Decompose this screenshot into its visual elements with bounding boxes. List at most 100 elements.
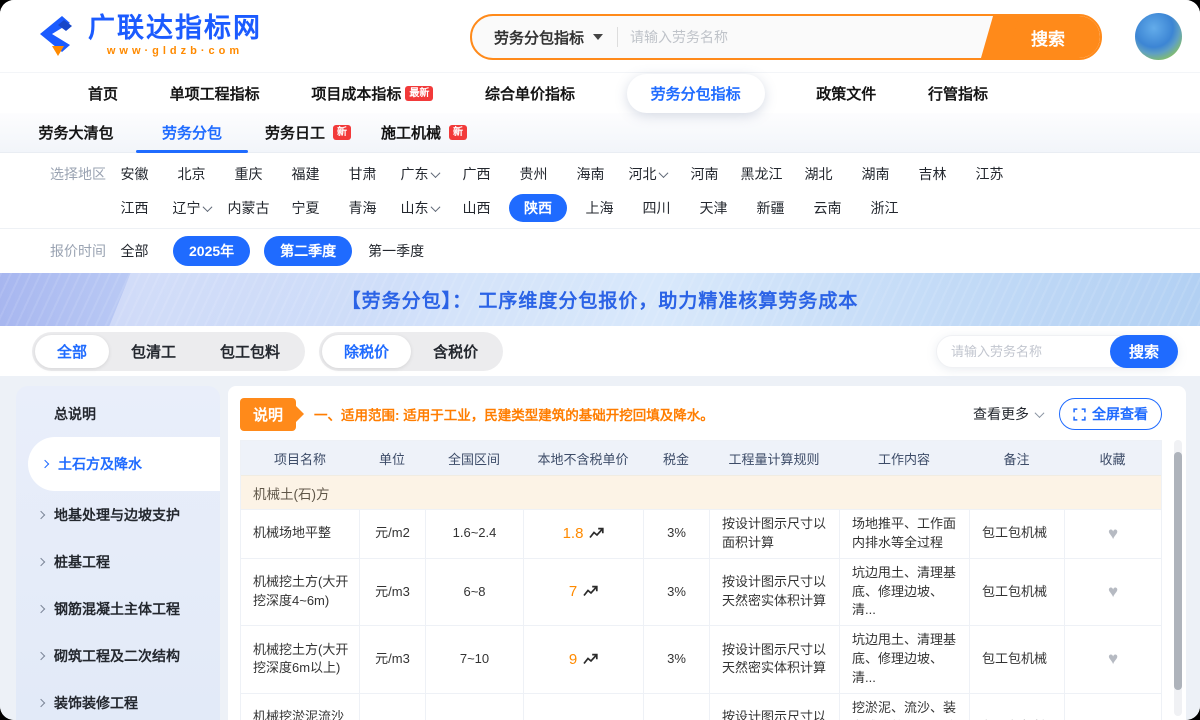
favorite-heart-button[interactable]: ♥ — [1108, 715, 1118, 720]
region-option[interactable]: 福建 — [281, 160, 330, 188]
region-option[interactable]: 广西 — [452, 160, 501, 188]
sidebar-category-item[interactable]: 土石方及降水 — [28, 437, 220, 491]
quote-time-option[interactable]: 全部 — [110, 236, 159, 266]
cell-project-name: 机械挖土方(大开挖深度4~6m) — [241, 559, 359, 626]
region-option[interactable]: 内蒙古 — [224, 194, 273, 222]
region-option[interactable]: 江苏 — [965, 160, 1014, 188]
table-row: 机械挖土方(大开挖深度4~6m) 元/m3 6~8 7 3% 按设计图示尺寸以天… — [241, 558, 1161, 626]
chevron-right-icon — [37, 557, 45, 565]
chevron-down-icon — [658, 168, 668, 178]
region-option[interactable]: 甘肃 — [338, 160, 387, 188]
region-option[interactable]: 上海 — [575, 194, 624, 222]
nav-item[interactable]: 项目成本指标 最新 — [311, 83, 433, 104]
main-panel: 说明 一、适用范围: 适用于工业，民建类型建筑的基础开挖回填及降水。 查看更多 … — [228, 386, 1186, 720]
contract-type-option[interactable]: 包清工 — [109, 335, 198, 368]
cell-calc-rule: 按设计图示尺寸以天然密实体积计算 — [709, 559, 839, 626]
caret-down-icon — [593, 34, 603, 40]
region-option[interactable]: 四川 — [632, 194, 681, 222]
region-option[interactable]: 山西 — [452, 194, 501, 222]
region-option[interactable]: 贵州 — [509, 160, 558, 188]
favorite-heart-button[interactable]: ♥ — [1108, 647, 1118, 672]
price-value: 9 — [569, 649, 577, 671]
region-option[interactable]: 山东 — [395, 194, 444, 222]
avatar[interactable] — [1135, 13, 1182, 60]
sidebar-category-item[interactable]: 砌筑工程及二次结构 — [16, 632, 220, 679]
region-option[interactable]: 江西 — [110, 194, 159, 222]
subnav-tab[interactable]: 劳务日工 新 — [252, 113, 364, 152]
region-option[interactable]: 海南 — [566, 160, 615, 188]
price-value: 7 — [569, 581, 577, 603]
fullscreen-button[interactable]: 全屏查看 — [1059, 398, 1162, 430]
nav-item[interactable]: 首页 — [88, 83, 118, 104]
region-option[interactable]: 湖南 — [851, 160, 900, 188]
notice-badge: 说明 — [240, 398, 296, 431]
region-option[interactable]: 黑龙江 — [737, 160, 786, 188]
top-header: 广联达指标网 www·gldzb·com 劳务分包指标 搜索 — [0, 0, 1200, 73]
subnav-tab[interactable]: 劳务分包 — [136, 113, 248, 152]
sidebar-category-item[interactable]: 总说明 — [16, 390, 220, 437]
region-option[interactable]: 广东 — [395, 160, 444, 188]
cell-work-content: 场地推平、工作面内排水等全过程 — [839, 510, 969, 558]
search-category-dropdown[interactable]: 劳务分包指标 — [472, 27, 617, 48]
region-option[interactable]: 河北 — [623, 160, 672, 188]
nav-item[interactable]: 综合单价指标 — [485, 83, 575, 104]
contract-type-option[interactable]: 包工包料 — [198, 335, 302, 368]
sidebar-category-item[interactable]: 钢筋混凝土主体工程 — [16, 585, 220, 632]
favorite-heart-button[interactable]: ♥ — [1108, 580, 1118, 605]
cell-calc-rule: 按设计图示尺寸以面积计算 — [709, 510, 839, 558]
view-more-button[interactable]: 查看更多 — [973, 404, 1043, 424]
list-search-input[interactable] — [937, 344, 1111, 359]
sidebar-category-item[interactable]: 桩基工程 — [16, 538, 220, 585]
nav-item[interactable]: 行管指标 — [928, 83, 988, 104]
subnav-tab[interactable]: 施工机械 新 — [368, 113, 480, 152]
region-option[interactable]: 青海 — [338, 194, 387, 222]
region-option[interactable]: 河南 — [680, 160, 729, 188]
scrollbar-thumb[interactable] — [1174, 452, 1182, 690]
region-option[interactable]: 北京 — [167, 160, 216, 188]
nav-item[interactable]: 政策文件 — [816, 83, 876, 104]
table-scrollbar[interactable] — [1174, 440, 1182, 716]
region-option[interactable]: 陕西 — [509, 194, 567, 222]
region-option[interactable]: 云南 — [803, 194, 852, 222]
region-option[interactable]: 浙江 — [860, 194, 909, 222]
cell-note: 包工包机械 — [969, 559, 1064, 626]
header-search-input[interactable] — [618, 29, 996, 45]
quote-time-option[interactable]: 2025年 — [173, 236, 250, 266]
header-search-button[interactable]: 搜索 — [996, 14, 1100, 60]
quote-time-option[interactable]: 第二季度 — [264, 236, 352, 266]
cell-local-price[interactable]: 7 — [523, 559, 643, 626]
sub-nav: 劳务大清包 劳务分包 劳务日工 新 施工机械 新 — [0, 113, 1200, 153]
table-group-row[interactable]: 机械土(石)方 — [241, 475, 1161, 509]
chevron-right-icon — [41, 460, 49, 468]
region-option[interactable]: 新疆 — [746, 194, 795, 222]
region-option[interactable]: 辽宁 — [167, 194, 216, 222]
cell-local-price[interactable]: 15 — [523, 694, 643, 720]
region-option[interactable]: 天津 — [689, 194, 738, 222]
region-option[interactable]: 重庆 — [224, 160, 273, 188]
cell-local-price[interactable]: 1.8 — [523, 510, 643, 558]
subnav-tab[interactable]: 劳务大清包 — [20, 113, 132, 152]
sidebar-category-item[interactable]: 地基处理与边坡支护 — [16, 491, 220, 538]
nav-item[interactable]: 单项工程指标 — [170, 83, 260, 104]
sidebar-category-item[interactable]: 装饰装修工程 — [16, 679, 220, 720]
list-search-button[interactable]: 搜索 — [1110, 335, 1178, 368]
cell-work-content: 坑边甩土、清理基底、修理边坡、清... — [839, 626, 969, 693]
favorite-heart-button[interactable]: ♥ — [1108, 522, 1118, 547]
region-filter-section: 选择地区 安徽 北京 重庆 福建 甘肃 — [0, 153, 1200, 229]
tax-mode-option[interactable]: 除税价 — [322, 335, 411, 368]
contract-type-option[interactable]: 全部 — [35, 335, 109, 368]
quote-time-options: 全部 2025年第二季度第一季度 — [110, 236, 426, 266]
region-option[interactable]: 湖北 — [794, 160, 843, 188]
new-badge: 新 — [333, 125, 351, 140]
tax-mode-option[interactable]: 含税价 — [411, 335, 500, 368]
logo[interactable]: 广联达指标网 www·gldzb·com — [32, 14, 262, 58]
quote-time-option[interactable]: 第一季度 — [366, 236, 426, 266]
cell-local-price[interactable]: 9 — [523, 626, 643, 693]
site-title: 广联达指标网 — [88, 15, 262, 42]
cell-tax: 3% — [643, 626, 709, 693]
table-header-cell: 收藏 — [1064, 449, 1161, 468]
nav-item[interactable]: 劳务分包指标 — [627, 74, 765, 113]
region-option[interactable]: 安徽 — [110, 160, 159, 188]
region-option[interactable]: 吉林 — [908, 160, 957, 188]
region-option[interactable]: 宁夏 — [281, 194, 330, 222]
